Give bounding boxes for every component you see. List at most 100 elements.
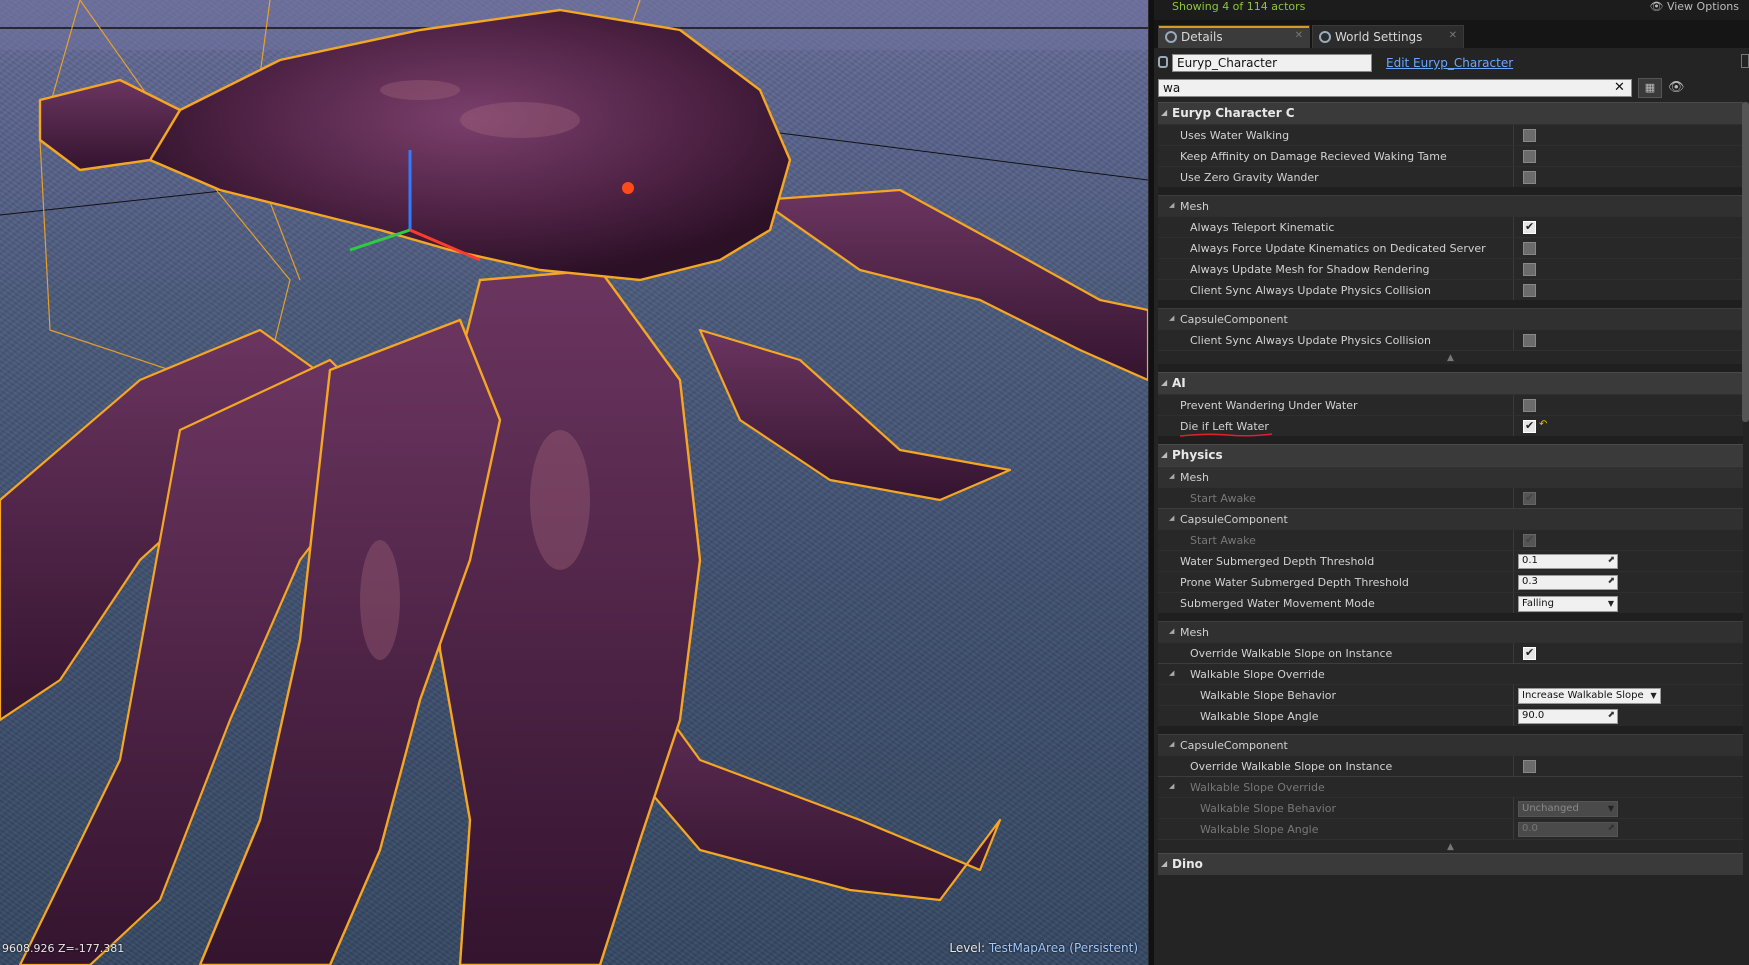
clear-search-icon[interactable]: ✕ [1614,79,1625,97]
reset-to-default-icon[interactable]: ↶ [1539,419,1547,430]
client-sync-mesh-checkbox[interactable] [1523,284,1536,297]
property-label: Use Zero Gravity Wander [1180,171,1319,184]
view-options-button[interactable]: 👁 View Options [1649,0,1739,13]
override-walkable-mesh-checkbox[interactable] [1523,646,1536,660]
level-viewport[interactable]: 9608.926 Z=-177.381 Level: TestMapArea (… [0,0,1148,965]
property-row: Start Awake [1158,487,1743,508]
property-row: Submerged Water Movement Mode Falling [1158,592,1743,613]
teleport-kinematic-checkbox[interactable] [1523,220,1536,234]
subcategory-mesh[interactable]: Mesh [1158,466,1743,487]
globe-icon [1319,31,1331,43]
start-awake-capsule-checkbox [1523,533,1536,547]
property-row: Override Walkable Slope on Instance [1158,642,1743,663]
tab-world-settings-label: World Settings [1335,30,1423,44]
client-sync-capsule-checkbox[interactable] [1523,334,1536,347]
property-label: Walkable Slope Behavior [1200,689,1337,702]
subcategory-capsule[interactable]: CapsuleComponent [1158,308,1743,329]
prone-depth-threshold-input[interactable]: 0.3 [1518,575,1618,590]
actor-name-input[interactable] [1172,54,1372,72]
property-label: Client Sync Always Update Physics Collis… [1190,334,1431,347]
keep-affinity-checkbox[interactable] [1523,150,1536,163]
view-options-label: View Options [1666,0,1739,13]
walkable-slope-override-group[interactable]: Walkable Slope Override [1158,663,1743,684]
level-name: TestMapArea (Persistent) [988,941,1138,955]
property-label: Prevent Wandering Under Water [1180,399,1358,412]
subcategory-mesh[interactable]: Mesh [1158,195,1743,216]
property-row: Walkable Slope Behavior Unchanged [1158,797,1743,818]
water-depth-threshold-input[interactable]: 0.1 [1518,554,1618,569]
edit-blueprint-link[interactable]: Edit Euryp_Character [1386,56,1513,70]
walkable-slope-behavior-dropdown[interactable]: Increase Walkable Slope [1518,688,1661,704]
tab-details-label: Details [1181,30,1223,44]
collapse-advanced-icon[interactable]: ▲ [1158,350,1743,364]
property-row: Walkable Slope Behavior Increase Walkable… [1158,684,1743,705]
lock-icon[interactable] [1158,56,1168,68]
details-scrollbar[interactable] [1742,102,1749,422]
property-row: Water Submerged Depth Threshold 0.1 [1158,550,1743,571]
property-label: Always Update Mesh for Shadow Rendering [1190,263,1430,276]
actor-name-bar: Edit Euryp_Character [1154,48,1749,76]
eye-icon[interactable]: 👁 [1668,80,1685,95]
start-awake-mesh-checkbox [1523,491,1536,505]
property-label: Walkable Slope Behavior [1200,802,1337,815]
property-row: Use Zero Gravity Wander [1158,166,1743,187]
property-label: Start Awake [1190,492,1256,505]
property-label: Keep Affinity on Damage Recieved Waking … [1180,150,1447,163]
override-walkable-capsule-checkbox[interactable] [1523,760,1536,773]
category-physics[interactable]: Physics [1158,444,1743,466]
creature-render [0,0,1148,965]
property-label: Override Walkable Slope on Instance [1190,760,1393,773]
walkable-slope-override-group[interactable]: Walkable Slope Override [1158,776,1743,797]
subcategory-capsule[interactable]: CapsuleComponent [1158,508,1743,529]
shadow-rendering-checkbox[interactable] [1523,263,1536,276]
viewport-level-indicator: Level: TestMapArea (Persistent) [949,941,1138,955]
property-row: Walkable Slope Angle 90.0 [1158,705,1743,726]
zero-gravity-checkbox[interactable] [1523,171,1536,184]
property-row: Client Sync Always Update Physics Collis… [1158,279,1743,300]
property-label: Walkable Slope Angle [1200,710,1319,723]
property-label: Submerged Water Movement Mode [1180,597,1375,610]
close-icon[interactable]: ✕ [1449,30,1457,41]
subcategory-mesh[interactable]: Mesh [1158,621,1743,642]
property-label: Walkable Slope Angle [1200,823,1319,836]
property-row: Client Sync Always Update Physics Collis… [1158,329,1743,350]
property-search-input[interactable] [1158,79,1632,97]
property-row: Uses Water Walking [1158,124,1743,145]
close-icon[interactable]: ✕ [1295,30,1303,41]
property-row: Prevent Wandering Under Water [1158,394,1743,415]
property-row: Walkable Slope Angle 0.0 [1158,818,1743,839]
property-label: Prone Water Submerged Depth Threshold [1180,576,1409,589]
prevent-wandering-checkbox[interactable] [1523,399,1536,412]
walkable-slope-angle-input: 0.0 [1518,822,1618,837]
property-label: Water Submerged Depth Threshold [1180,555,1375,568]
category-ai[interactable]: AI [1158,372,1743,394]
viewport-coordinates: 9608.926 Z=-177.381 [2,942,125,955]
force-update-kinematics-checkbox[interactable] [1523,242,1536,255]
movement-mode-dropdown[interactable]: Falling [1518,596,1618,612]
subcategory-capsule[interactable]: CapsuleComponent [1158,734,1743,755]
category-euryp-character[interactable]: Euryp Character C [1158,102,1743,124]
actor-count: Showing 4 of 114 actors [1172,0,1306,13]
property-label: Client Sync Always Update Physics Collis… [1190,284,1431,297]
property-matrix-button[interactable]: ▦ [1638,78,1662,98]
tab-world-settings[interactable]: World Settings ✕ [1312,25,1464,48]
collapse-advanced-icon[interactable]: ▲ [1158,839,1743,853]
outliner-footer: Showing 4 of 114 actors 👁 View Options [1154,0,1749,20]
magnifier-icon [1165,31,1177,43]
tab-details[interactable]: Details ✕ [1158,25,1310,48]
die-if-left-water-checkbox[interactable] [1523,419,1536,433]
property-label: Start Awake [1190,534,1256,547]
property-row: Always Teleport Kinematic [1158,216,1743,237]
walkable-slope-angle-input[interactable]: 90.0 [1518,709,1618,724]
property-row: Override Walkable Slope on Instance [1158,755,1743,776]
details-panel: Showing 4 of 114 actors 👁 View Options D… [1154,0,1749,965]
lock-selection-icon[interactable] [1741,54,1749,68]
property-row: Always Force Update Kinematics on Dedica… [1158,237,1743,258]
tab-bar: Details ✕ World Settings ✕ [1154,20,1749,48]
property-row: Always Update Mesh for Shadow Rendering [1158,258,1743,279]
property-search-bar: ✕ ▦ 👁 [1154,76,1749,100]
property-label: Always Teleport Kinematic [1190,221,1335,234]
category-dino[interactable]: Dino [1158,853,1743,875]
red-underline-annotation [1179,433,1273,437]
uses-water-walking-checkbox[interactable] [1523,129,1536,142]
